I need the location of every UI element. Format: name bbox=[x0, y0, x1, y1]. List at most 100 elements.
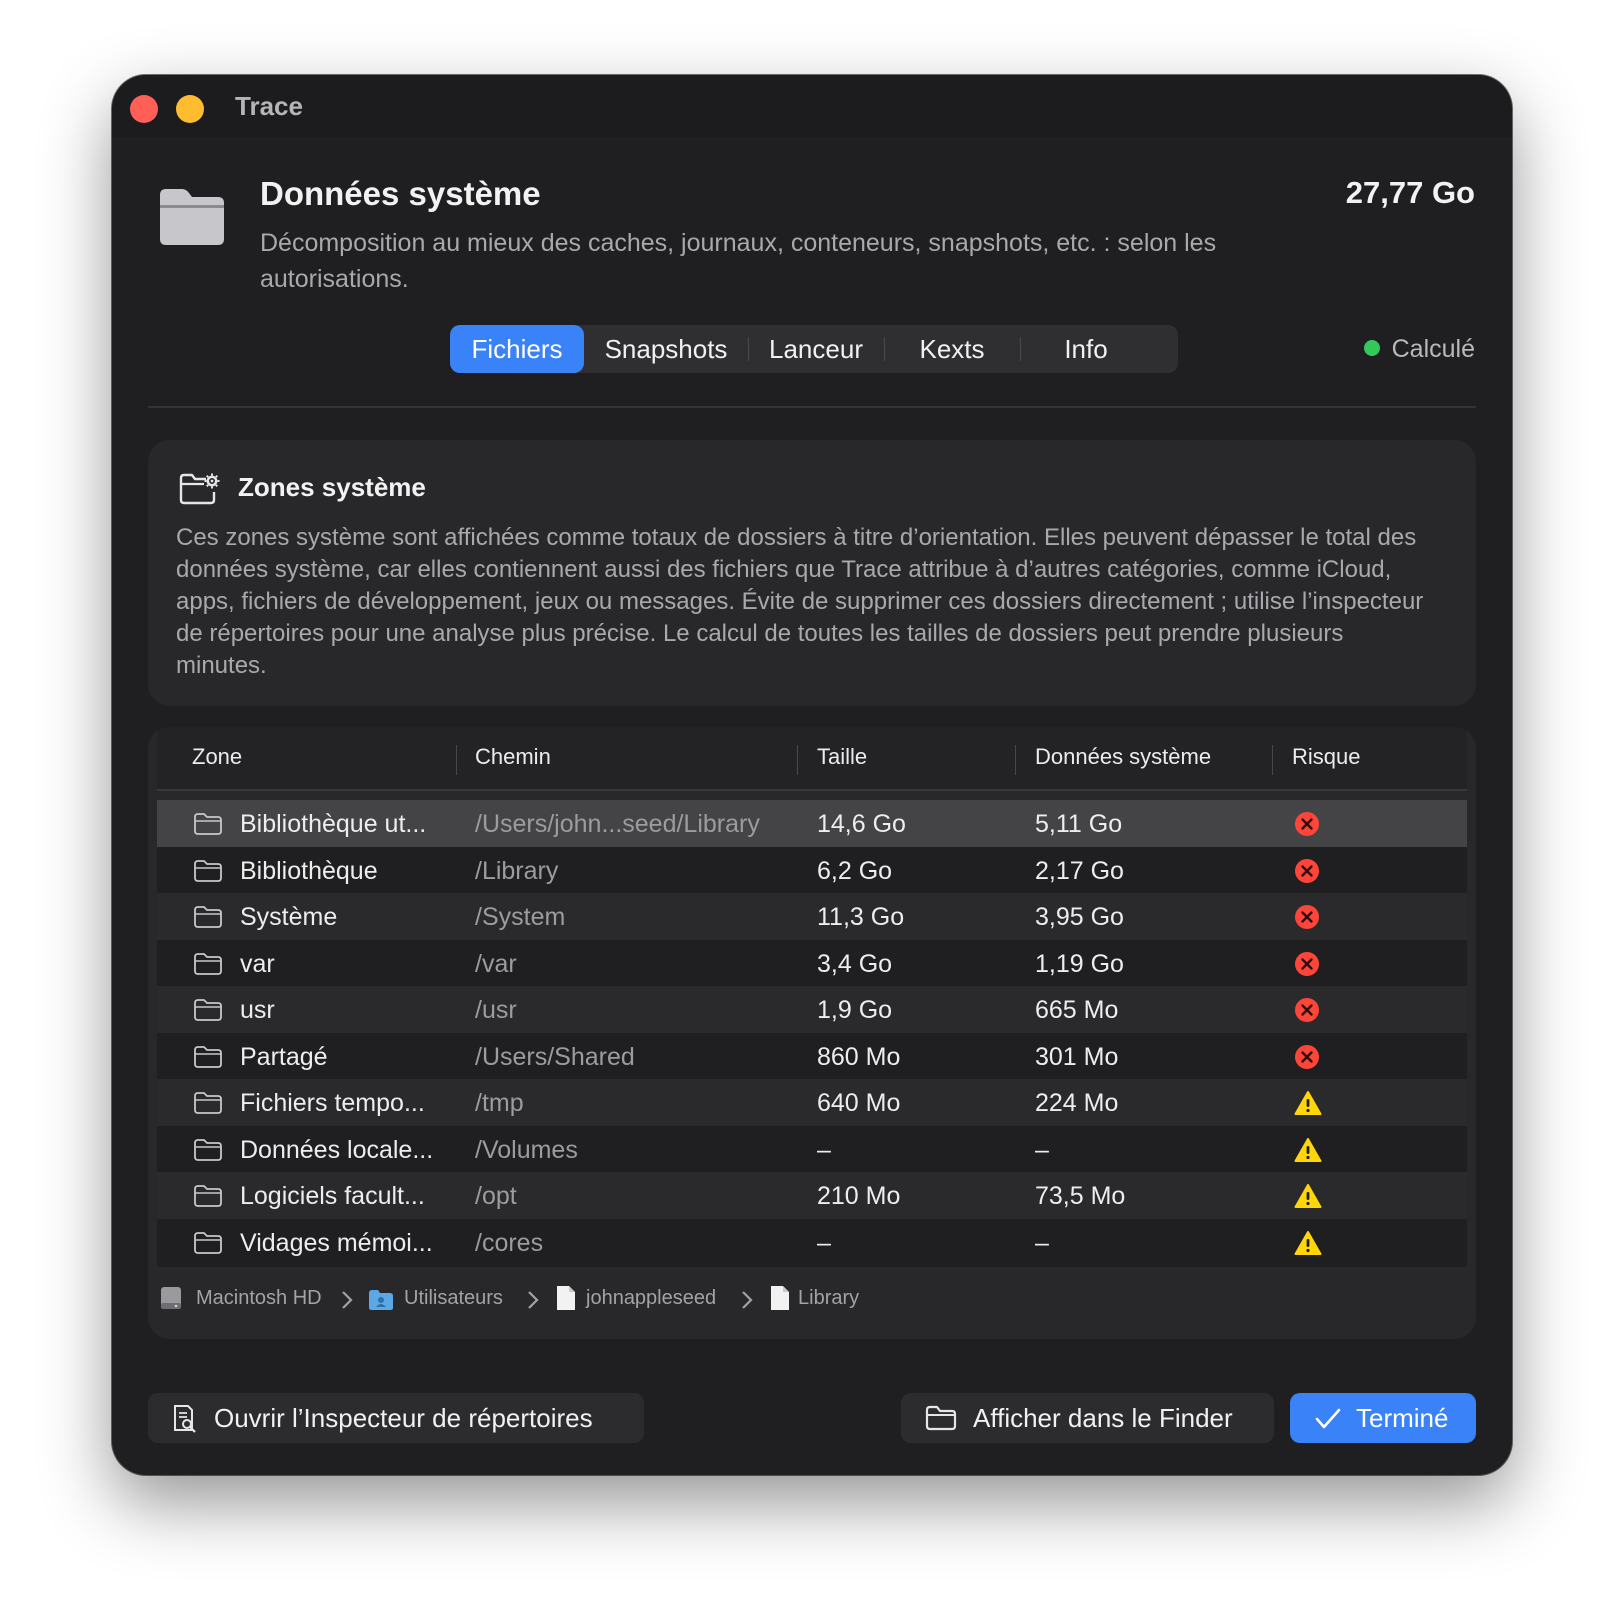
risk-high-icon bbox=[1295, 998, 1319, 1022]
column-header-chemin[interactable]: Chemin bbox=[475, 744, 551, 770]
folder-icon bbox=[194, 1138, 222, 1161]
tab-snapshots[interactable]: Snapshots bbox=[584, 325, 748, 373]
tab-fichiers[interactable]: Fichiers bbox=[450, 325, 584, 373]
zone-path: /Library bbox=[475, 856, 559, 885]
column-header-taille[interactable]: Taille bbox=[817, 744, 867, 770]
column-header-risque[interactable]: Risque bbox=[1292, 744, 1360, 770]
table-row[interactable]: Bibliothèque/Library 6,2 Go 2,17 Go bbox=[157, 846, 1467, 895]
zone-name: Logiciels facult... bbox=[240, 1182, 425, 1210]
document-icon bbox=[556, 1285, 576, 1323]
info-card-text: Ces zones système sont affichées comme t… bbox=[176, 524, 1424, 679]
breadcrumb-johnappleseed[interactable]: johnappleseed bbox=[586, 1280, 716, 1316]
zone-size: – bbox=[817, 1135, 831, 1164]
open-inspector-button[interactable]: Ouvrir l’Inspecteur de répertoires bbox=[148, 1393, 644, 1443]
zone-path: /opt bbox=[475, 1182, 517, 1210]
zone-name: Fichiers tempo... bbox=[240, 1089, 425, 1117]
table-row[interactable]: Logiciels facult... /opt 210 Mo 73,5 Mo bbox=[157, 1172, 1467, 1220]
zones-table: Zone Chemin Taille Données système Risqu… bbox=[148, 727, 1476, 1339]
show-in-finder-button[interactable]: Afficher dans le Finder bbox=[901, 1393, 1274, 1443]
table-row[interactable]: var/var 3,4 Go 1,19 Go bbox=[157, 939, 1467, 988]
column-divider[interactable] bbox=[1272, 745, 1273, 775]
table-body: Bibliothèque ut... /Users/john...seed/Lib… bbox=[157, 800, 1467, 1268]
users-folder-icon bbox=[368, 1287, 394, 1323]
zone-size: 1,9 Go bbox=[817, 996, 893, 1024]
column-header-zone[interactable]: Zone bbox=[192, 744, 242, 770]
zone-size: 210 Mo bbox=[817, 1182, 901, 1210]
zone-name: Partagé bbox=[240, 1042, 328, 1071]
folder-icon bbox=[160, 189, 224, 245]
zone-system-data: 1,19 Go bbox=[1035, 949, 1124, 978]
zone-name: Données locale... bbox=[240, 1135, 434, 1164]
chevron-right-icon bbox=[340, 1287, 354, 1323]
info-card: Zones système Ces zones système sont aff… bbox=[148, 440, 1476, 706]
inspector-icon bbox=[174, 1405, 196, 1433]
folder-gear-icon bbox=[179, 473, 220, 505]
zone-name: Vidages mémoi... bbox=[240, 1228, 433, 1257]
column-header-donnees-systeme[interactable]: Données système bbox=[1035, 744, 1211, 770]
table-row[interactable]: Fichiers tempo... /tmp 640 Mo 224 Mo bbox=[157, 1079, 1467, 1127]
table-row[interactable]: Partagé/Users/Shared 860 Mo 301 Mo bbox=[157, 1032, 1467, 1081]
title-bar[interactable]: Trace bbox=[112, 75, 1512, 137]
window-title: Trace bbox=[235, 91, 303, 121]
zone-system-data: 665 Mo bbox=[1035, 996, 1119, 1024]
folder-icon bbox=[194, 1231, 222, 1254]
zone-size: – bbox=[817, 1228, 831, 1257]
zone-path: /cores bbox=[475, 1228, 544, 1257]
zone-size: 860 Mo bbox=[817, 1042, 901, 1071]
chevron-right-icon bbox=[526, 1287, 540, 1323]
zone-name: Bibliothèque bbox=[240, 856, 378, 885]
tab-info[interactable]: Info bbox=[1020, 325, 1152, 373]
zone-system-data: 2,17 Go bbox=[1035, 856, 1124, 885]
app-window: Trace Données système 27,77 Go Décomposi… bbox=[112, 75, 1512, 1475]
zone-size: 11,3 Go bbox=[817, 903, 905, 931]
checkmark-icon bbox=[1315, 1408, 1341, 1429]
breadcrumb-macintosh-hd[interactable]: Macintosh HD bbox=[196, 1280, 322, 1316]
zone-name: usr bbox=[240, 996, 275, 1024]
folder-icon bbox=[194, 813, 222, 835]
zone-system-data: 5,11 Go bbox=[1035, 810, 1123, 838]
risk-warning-icon bbox=[1294, 1230, 1322, 1255]
risk-high-icon bbox=[1295, 905, 1319, 929]
breadcrumb-library[interactable]: Library bbox=[798, 1280, 859, 1316]
column-divider[interactable] bbox=[456, 745, 457, 775]
folder-icon bbox=[194, 999, 222, 1021]
zone-path: /Users/john...seed/Library bbox=[475, 810, 760, 838]
folder-icon bbox=[194, 952, 222, 975]
table-row[interactable]: Données locale... /Volumes – – bbox=[157, 1125, 1467, 1174]
folder-icon bbox=[194, 859, 222, 882]
zone-path: /var bbox=[475, 949, 517, 978]
status-label: Calculé bbox=[1391, 335, 1475, 363]
column-divider[interactable] bbox=[1015, 745, 1016, 775]
table-row[interactable]: Vidages mémoi... /cores – – bbox=[157, 1218, 1467, 1267]
tab-kexts[interactable]: Kexts bbox=[884, 325, 1020, 373]
header-divider bbox=[148, 406, 1476, 408]
zone-path: /Volumes bbox=[475, 1135, 578, 1164]
zone-path: /System bbox=[475, 903, 566, 931]
folder-icon bbox=[194, 906, 222, 928]
breadcrumb-utilisateurs[interactable]: Utilisateurs bbox=[404, 1280, 503, 1316]
table-row[interactable]: usr/usr 1,9 Go 665 Mo bbox=[157, 986, 1467, 1034]
page-description: Décomposition au mieux des caches, journ… bbox=[260, 229, 1217, 293]
zone-path: /Users/Shared bbox=[475, 1042, 635, 1071]
risk-high-icon bbox=[1295, 951, 1319, 976]
total-size: 27,77 Go bbox=[1345, 175, 1475, 210]
zone-path: /tmp bbox=[475, 1089, 524, 1117]
zone-size: 14,6 Go bbox=[817, 810, 906, 838]
zone-system-data: – bbox=[1035, 1228, 1049, 1257]
close-window-button[interactable] bbox=[130, 95, 158, 123]
done-button[interactable]: Terminé bbox=[1290, 1393, 1476, 1443]
risk-warning-icon bbox=[1294, 1137, 1322, 1162]
status-indicator: Calculé bbox=[1363, 335, 1475, 364]
status-dot-icon bbox=[1363, 340, 1380, 356]
folder-icon bbox=[194, 1045, 222, 1068]
column-divider[interactable] bbox=[797, 745, 798, 775]
risk-high-icon bbox=[1295, 858, 1319, 883]
table-row[interactable]: Bibliothèque ut... /Users/john...seed/Lib… bbox=[157, 800, 1467, 848]
tab-lanceur[interactable]: Lanceur bbox=[748, 325, 884, 373]
zone-size: 3,4 Go bbox=[817, 949, 893, 978]
minimize-window-button[interactable] bbox=[176, 95, 204, 123]
zone-name: Système bbox=[240, 903, 338, 931]
risk-warning-icon bbox=[1294, 1091, 1322, 1115]
folder-icon bbox=[925, 1405, 957, 1431]
table-row[interactable]: Système/System 11,3 Go 3,95 Go bbox=[157, 893, 1467, 941]
